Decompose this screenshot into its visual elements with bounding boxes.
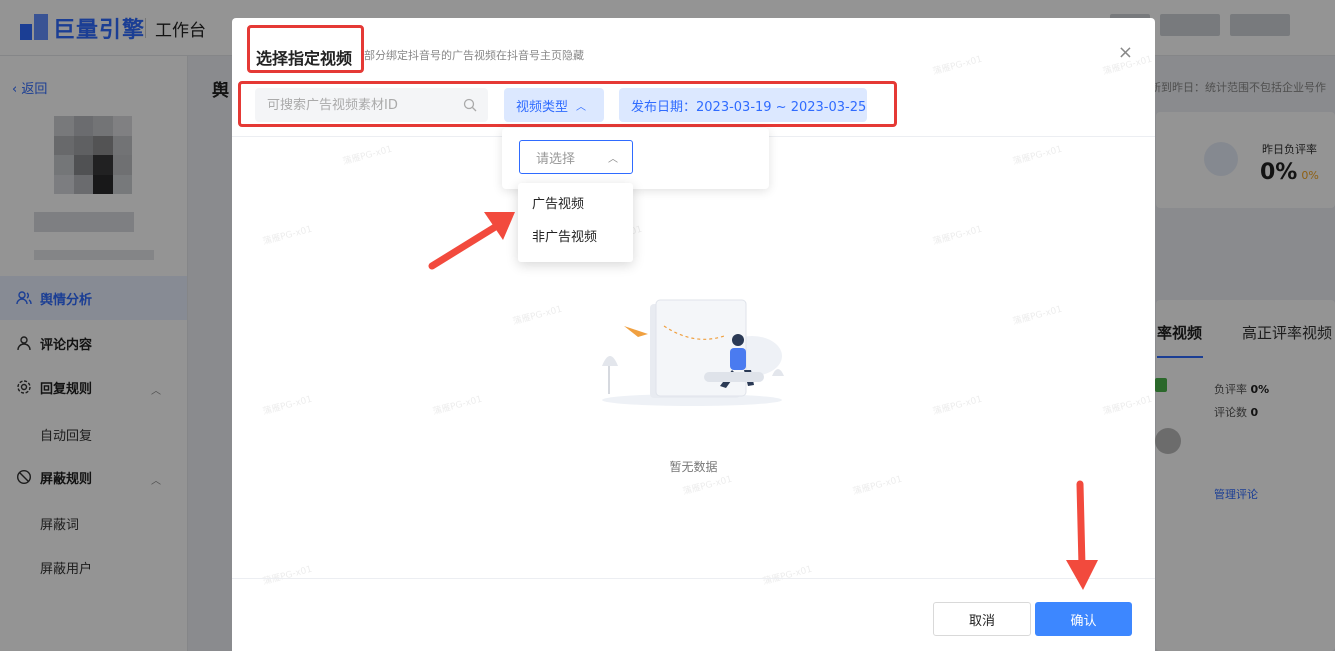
watermark: 蒲雁PG-x01 <box>931 54 984 78</box>
watermark: 蒲雁PG-x01 <box>931 394 984 418</box>
footer-divider <box>232 578 1155 579</box>
empty-state-illustration <box>602 299 784 406</box>
title-highlight-box <box>247 25 364 73</box>
watermark: 蒲雁PG-x01 <box>931 224 984 248</box>
watermark: 蒲雁PG-x01 <box>261 224 314 248</box>
cancel-button[interactable]: 取消 <box>933 602 1031 636</box>
watermark: 蒲雁PG-x01 <box>1101 394 1154 418</box>
video-type-select[interactable]: 请选择 ︿ <box>519 140 633 174</box>
watermark: 蒲雁PG-x01 <box>341 144 394 168</box>
watermark: 蒲雁PG-x01 <box>851 474 904 498</box>
modal-description: 部分绑定抖音号的广告视频在抖音号主页隐藏 <box>364 49 584 62</box>
watermark: 蒲雁PG-x01 <box>1011 144 1064 168</box>
video-type-dropdown: 广告视频 非广告视频 <box>518 183 633 262</box>
watermark: 蒲雁PG-x01 <box>431 394 484 418</box>
watermark: 蒲雁PG-x01 <box>681 474 734 498</box>
watermark: 蒲雁PG-x01 <box>261 394 314 418</box>
watermark: 蒲雁PG-x01 <box>511 304 564 328</box>
option-non-ad-video[interactable]: 非广告视频 <box>518 222 633 254</box>
watermark: 蒲雁PG-x01 <box>261 564 314 588</box>
close-icon[interactable]: × <box>1118 42 1133 63</box>
chevron-up-icon: ︿ <box>608 154 618 165</box>
filter-highlight-box <box>238 81 897 127</box>
option-ad-video[interactable]: 广告视频 <box>518 189 633 221</box>
select-video-modal: 蒲雁PG-x01 蒲雁PG-x01 蒲雁PG-x01 蒲雁PG-x01 蒲雁PG… <box>232 18 1155 651</box>
watermark: 蒲雁PG-x01 <box>761 564 814 588</box>
select-placeholder: 请选择 <box>536 151 576 167</box>
empty-state-text: 暂无数据 <box>669 460 718 474</box>
watermark: 蒲雁PG-x01 <box>1011 304 1064 328</box>
confirm-button[interactable]: 确认 <box>1035 602 1132 636</box>
